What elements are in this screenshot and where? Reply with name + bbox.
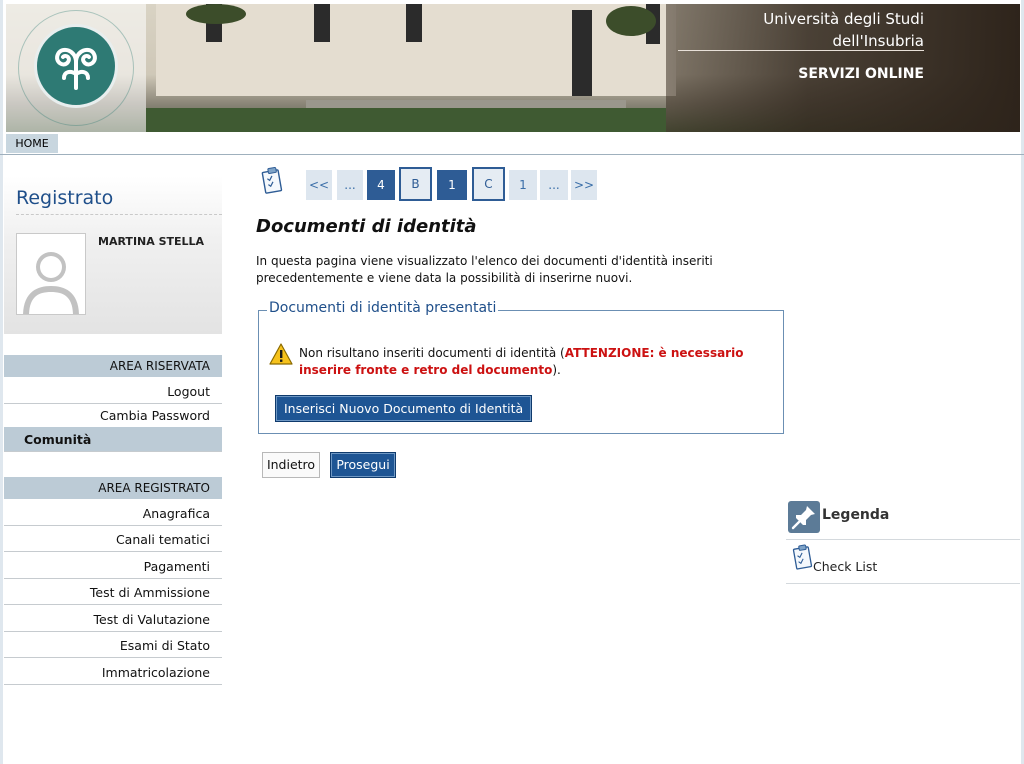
- process-stepper: << ... 4 B 1 C 1 ... >>: [260, 166, 620, 204]
- university-name-line1: Università degli Studi: [763, 10, 924, 28]
- avatar-placeholder-icon: [17, 234, 85, 314]
- step-first[interactable]: <<: [306, 170, 332, 200]
- area-registrato-header: AREA REGISTRATO: [4, 477, 222, 499]
- legend-link[interactable]: Legenda: [786, 500, 1020, 540]
- top-nav: HOME: [0, 133, 1024, 155]
- back-button[interactable]: Indietro: [262, 452, 320, 478]
- step-c[interactable]: C: [472, 167, 505, 201]
- sidebar: Registrato MARTINA STELLA AREA RISERVATA…: [4, 156, 222, 756]
- sidebar-divider: [16, 214, 222, 215]
- menu-item-logout[interactable]: Logout: [4, 379, 222, 404]
- menu-item-anagrafica[interactable]: Anagrafica: [4, 501, 222, 526]
- university-logo-mark: [55, 47, 97, 90]
- step-b[interactable]: B: [399, 167, 432, 201]
- site-header: Università degli Studi dell'Insubria SER…: [6, 4, 1020, 132]
- sidebar-title: Registrato: [16, 187, 114, 209]
- step-last[interactable]: >>: [571, 170, 597, 200]
- avatar: [16, 233, 86, 315]
- menu-item-test-ammissione[interactable]: Test di Ammissione: [4, 580, 222, 605]
- menu-item-canali-tematici[interactable]: Canali tematici: [4, 527, 222, 552]
- warning-prefix: Non risultano inseriti documenti di iden…: [299, 346, 565, 360]
- warning-icon: [269, 343, 293, 365]
- step-4[interactable]: 4: [367, 170, 395, 200]
- checklist-label: Check List: [813, 559, 878, 574]
- next-button[interactable]: Prosegui: [330, 452, 396, 478]
- documents-fieldset-legend: Documenti di identità presentati: [267, 300, 499, 316]
- checklist-icon: [792, 544, 813, 570]
- university-name-line2: dell'Insubria: [832, 32, 924, 50]
- menu-item-cambia-password[interactable]: Cambia Password: [4, 403, 222, 428]
- add-identity-document-button[interactable]: Inserisci Nuovo Documento di Identità: [275, 395, 533, 422]
- menu-item-immatricolazione[interactable]: Immatricolazione: [4, 660, 222, 685]
- step-ellipsis-left: ...: [337, 170, 363, 200]
- page-title: Documenti di identità: [256, 216, 477, 237]
- checklist-link[interactable]: Check List: [786, 541, 1020, 584]
- legend-label: Legenda: [822, 507, 890, 523]
- header-divider: [678, 50, 924, 51]
- user-box: Registrato MARTINA STELLA: [4, 176, 222, 334]
- menu-item-pagamenti[interactable]: Pagamenti: [4, 554, 222, 579]
- home-tab[interactable]: HOME: [6, 134, 58, 153]
- menu-item-comunita[interactable]: Comunità: [4, 427, 222, 452]
- user-name: MARTINA STELLA: [98, 235, 205, 248]
- page-frame-left: [0, 0, 3, 764]
- checklist-icon: [261, 166, 283, 194]
- warning-message: Non risultano inseriti documenti di iden…: [299, 345, 769, 379]
- step-1-current[interactable]: 1: [437, 170, 467, 200]
- step-1-next[interactable]: 1: [509, 170, 537, 200]
- menu-item-test-valutazione[interactable]: Test di Valutazione: [4, 607, 222, 632]
- page-intro: In questa pagina viene visualizzato l'el…: [256, 254, 713, 285]
- pushpin-icon: [788, 501, 820, 533]
- menu-item-esami-stato[interactable]: Esami di Stato: [4, 633, 222, 658]
- documents-fieldset: Documenti di identità presentati Non ris…: [258, 300, 784, 434]
- area-riservata-header: AREA RISERVATA: [4, 355, 222, 377]
- step-ellipsis-right: ...: [540, 170, 568, 200]
- services-label: SERVIZI ONLINE: [798, 66, 924, 82]
- warning-suffix: ).: [552, 363, 561, 377]
